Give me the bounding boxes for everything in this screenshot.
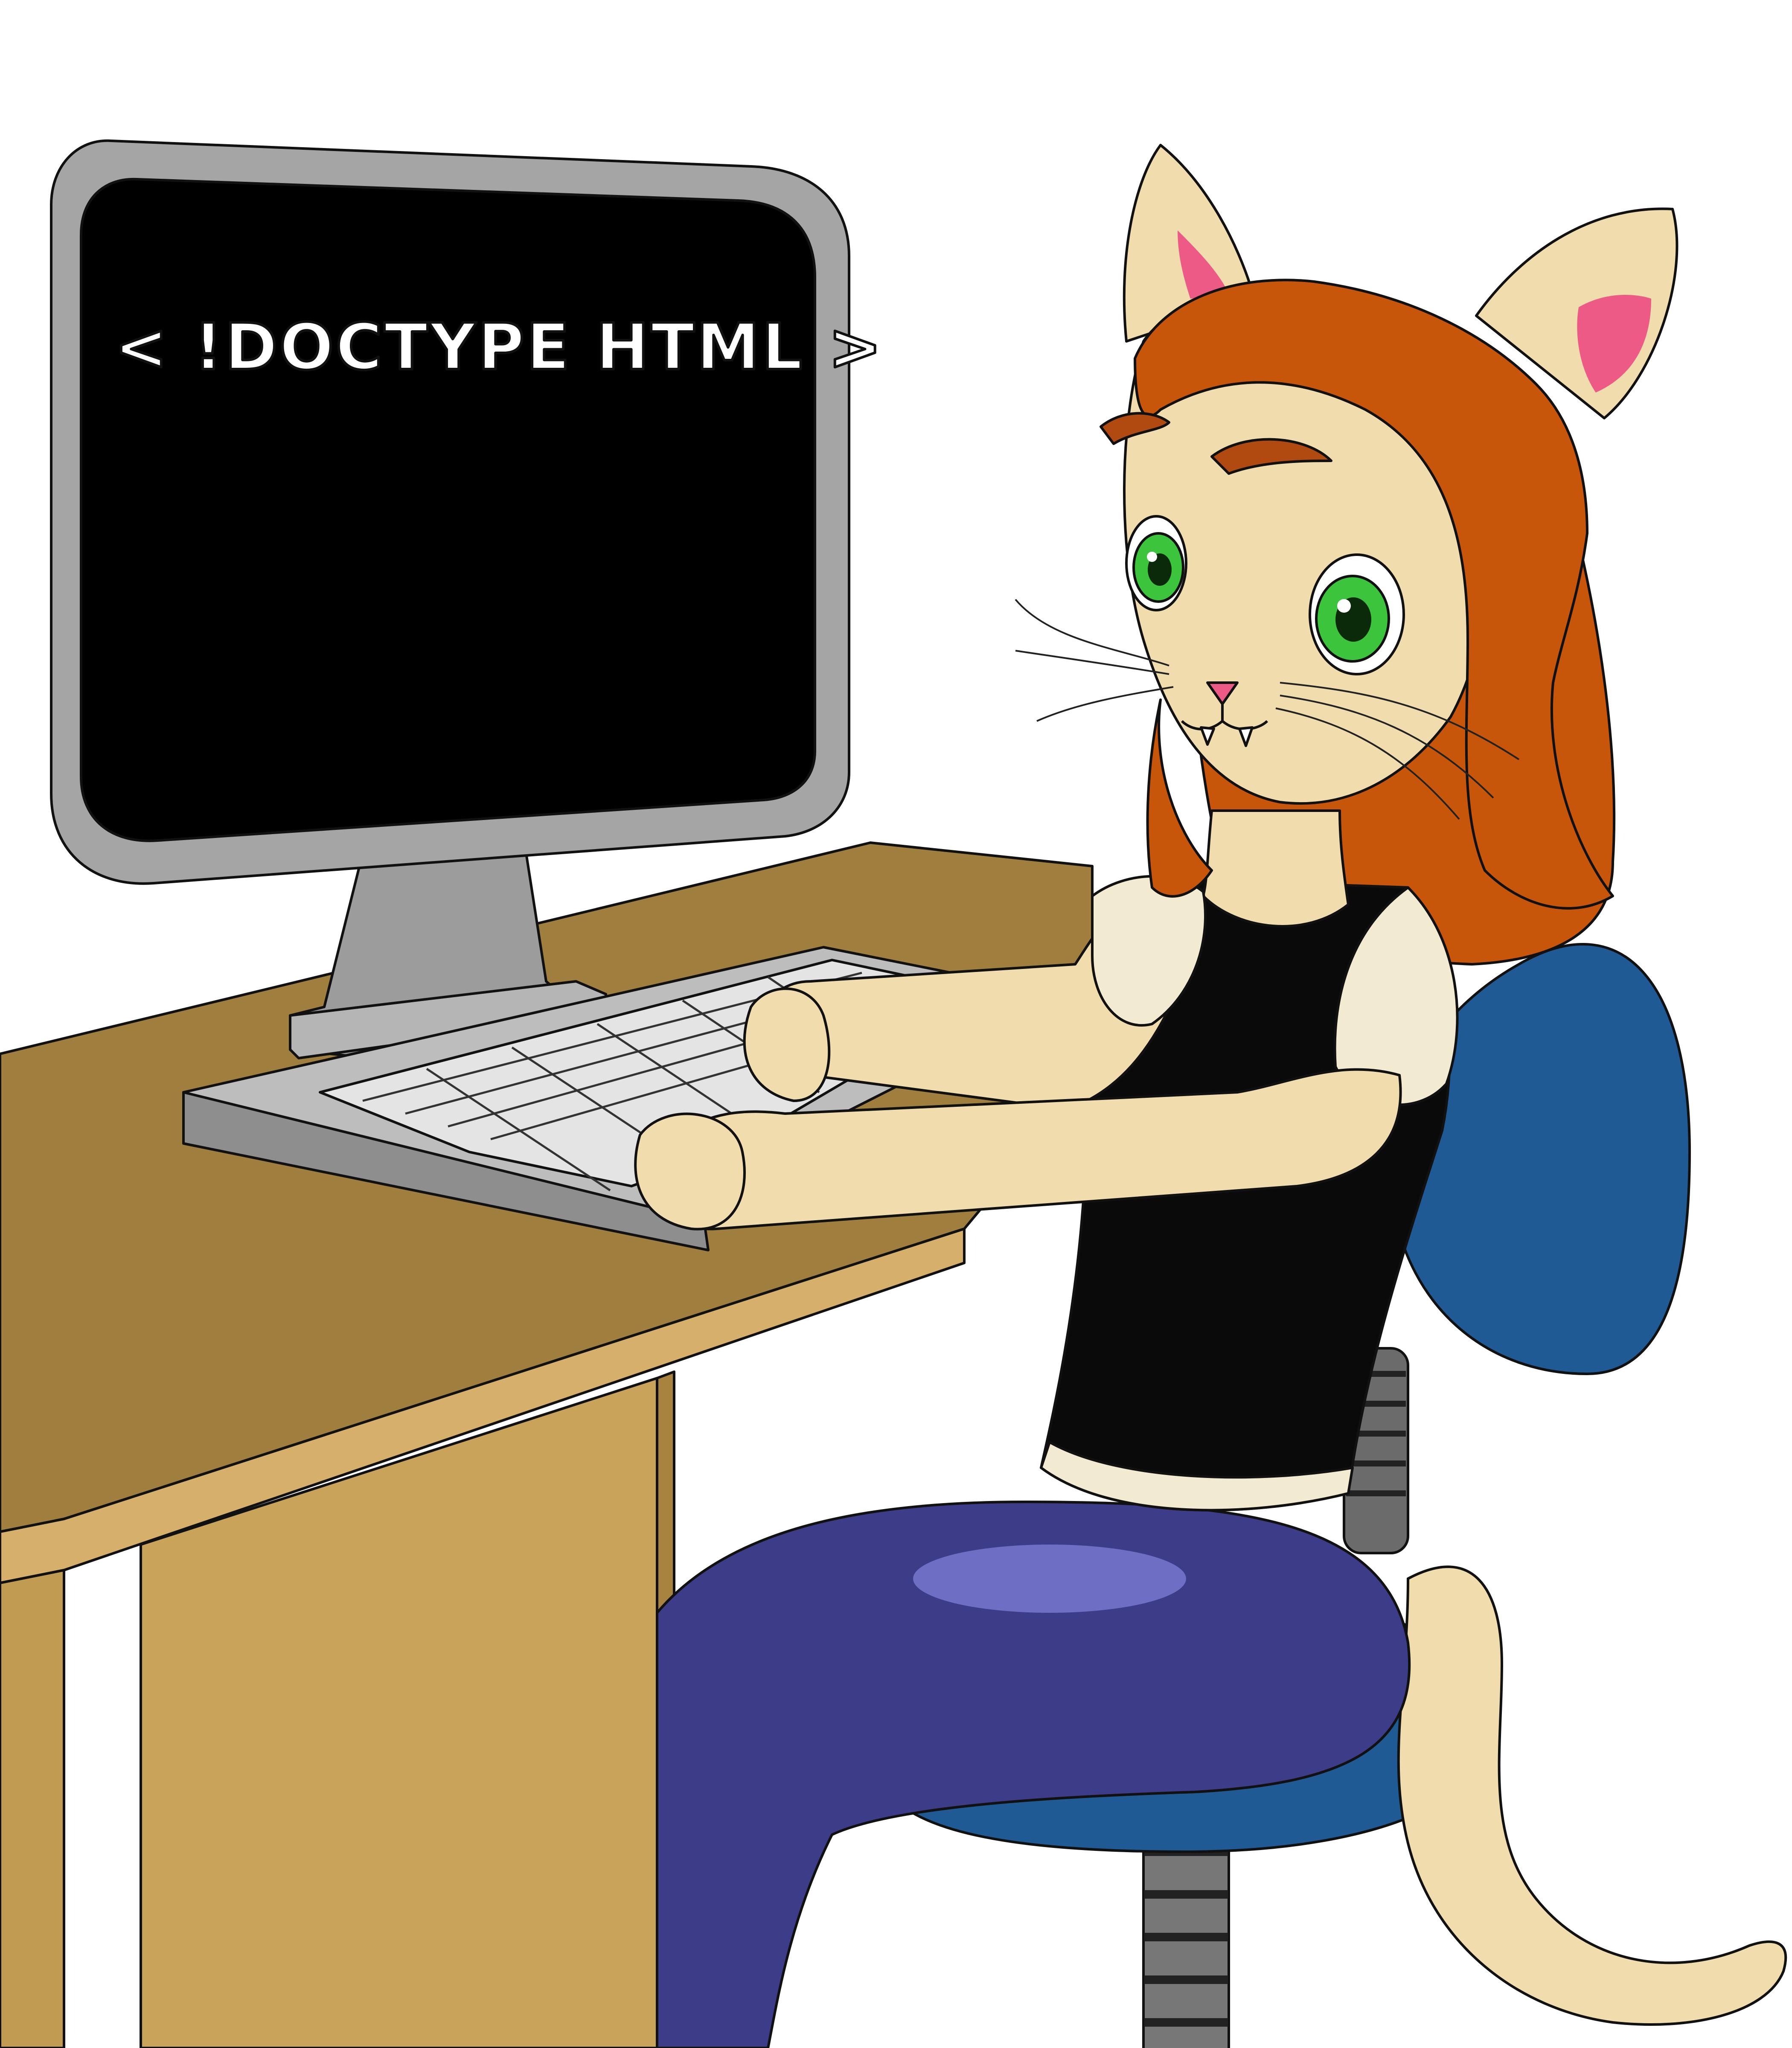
desk-front bbox=[0, 1569, 65, 2048]
screen-code-text: < !DOCTYPE HTML > bbox=[114, 310, 884, 384]
cat-neck bbox=[1202, 809, 1350, 928]
cat-eye-left-shine bbox=[1147, 552, 1157, 562]
illustration: < !DOCTYPE HTML > bbox=[0, 139, 1787, 2048]
monitor-screen bbox=[80, 177, 816, 842]
cat-ear-right-inner bbox=[1577, 295, 1651, 393]
cat-eye-right-shine bbox=[1337, 599, 1351, 613]
cat-tail bbox=[1397, 1565, 1787, 2026]
cat-pants-highlight bbox=[913, 1545, 1186, 1613]
